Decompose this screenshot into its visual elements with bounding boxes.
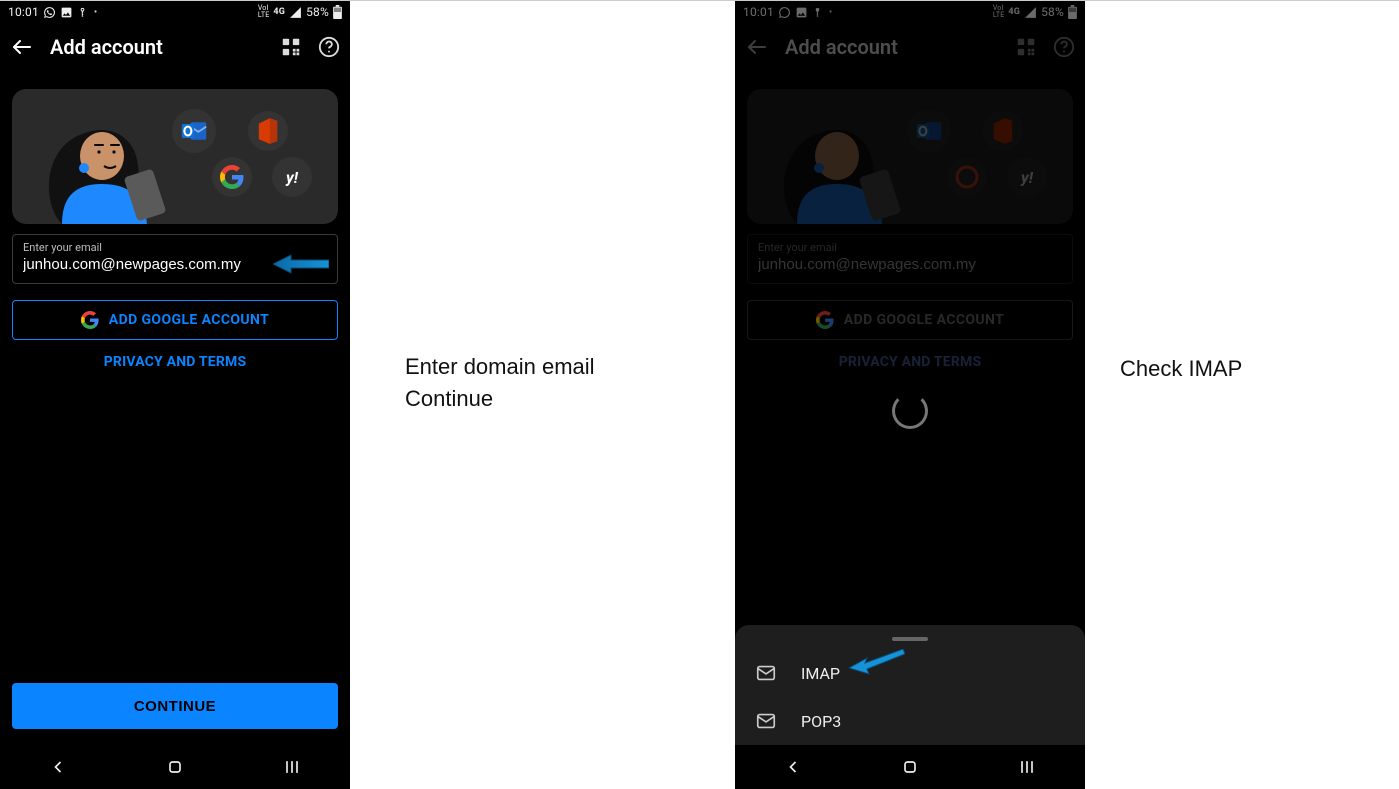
add-google-account-button[interactable]: ADD GOOGLE ACCOUNT — [12, 300, 338, 340]
outlook-icon — [172, 109, 216, 153]
office-icon — [983, 111, 1023, 151]
caption-left: Enter domain email Continue — [405, 351, 705, 415]
caption-text: Enter domain email — [405, 351, 705, 383]
help-icon[interactable] — [318, 36, 340, 58]
back-icon[interactable] — [10, 35, 34, 59]
caption-right: Check IMAP — [1120, 353, 1380, 385]
caption-text: Continue — [405, 383, 705, 415]
nav-recents-icon[interactable] — [282, 757, 302, 777]
status-time: 10:01 — [8, 5, 39, 19]
google-g-icon — [81, 311, 99, 329]
hero-illustration: y! — [12, 89, 338, 224]
annotation-arrow-icon — [849, 649, 905, 675]
annotation-arrow-icon — [273, 253, 329, 275]
page-title: Add account — [50, 35, 264, 59]
continue-button[interactable]: CONTINUE — [12, 683, 338, 729]
privacy-terms-link[interactable]: PRIVACY AND TERMS — [0, 354, 350, 370]
status-battery: 58% — [1041, 5, 1064, 19]
status-bar: 10:01 • VoILTE 4G 58% — [0, 1, 350, 23]
nav-recents-icon[interactable] — [1017, 757, 1037, 777]
page-title: Add account — [785, 35, 999, 59]
sheet-option-imap[interactable]: IMAP — [735, 649, 1085, 697]
sheet-handle[interactable] — [892, 637, 928, 641]
bottom-sheet: IMAP POP3 — [735, 625, 1085, 745]
email-label: Enter your email — [758, 241, 1062, 254]
signal-icon — [289, 6, 302, 19]
help-icon[interactable] — [1053, 36, 1075, 58]
sheet-option-label: IMAP — [801, 664, 840, 683]
yahoo-icon: y! — [1007, 157, 1047, 197]
google-icon — [947, 157, 987, 197]
caption-text: Check IMAP — [1120, 356, 1242, 381]
add-google-account-label: ADD GOOGLE ACCOUNT — [844, 312, 1004, 328]
key-icon — [77, 6, 88, 19]
network-4g: 4G — [273, 7, 285, 17]
mail-icon — [755, 662, 777, 684]
mail-icon — [755, 710, 777, 732]
add-google-account-label: ADD GOOGLE ACCOUNT — [109, 312, 269, 328]
status-time: 10:01 — [743, 5, 774, 19]
android-nav-bar — [735, 745, 1085, 789]
image-notif-icon — [795, 6, 808, 19]
hero-illustration: y! — [747, 89, 1073, 224]
email-input — [758, 256, 1062, 273]
phone-2: 10:01 • VoILTE 4G 58% Add account — [735, 1, 1085, 789]
qr-icon[interactable] — [1015, 36, 1037, 58]
add-google-account-button: ADD GOOGLE ACCOUNT — [747, 300, 1073, 340]
yahoo-icon: y! — [272, 157, 312, 197]
whatsapp-icon — [43, 6, 56, 19]
qr-icon[interactable] — [280, 36, 302, 58]
volte-icon: VoILTE — [993, 5, 1005, 19]
image-notif-icon — [60, 6, 73, 19]
phone-1: 10:01 • VoILTE 4G 58% — [0, 1, 350, 789]
google-icon — [212, 157, 252, 197]
sheet-option-pop3[interactable]: POP3 — [735, 697, 1085, 745]
more-dot: • — [829, 7, 833, 18]
nav-back-icon[interactable] — [48, 757, 68, 777]
app-bar: Add account — [735, 23, 1085, 71]
sheet-option-label: POP3 — [801, 712, 841, 731]
back-icon[interactable] — [745, 35, 769, 59]
key-icon — [812, 6, 823, 19]
volte-icon: VoILTE — [258, 5, 270, 19]
nav-home-icon[interactable] — [165, 757, 185, 777]
loading-spinner-icon — [892, 393, 928, 429]
battery-icon — [333, 5, 342, 19]
nav-home-icon[interactable] — [900, 757, 920, 777]
status-battery: 58% — [306, 5, 329, 19]
android-nav-bar — [0, 745, 350, 789]
more-dot: • — [94, 7, 98, 18]
signal-icon — [1024, 6, 1037, 19]
app-bar: Add account — [0, 23, 350, 71]
google-g-icon — [816, 311, 834, 329]
nav-back-icon[interactable] — [783, 757, 803, 777]
battery-icon — [1068, 5, 1077, 19]
outlook-icon — [907, 109, 951, 153]
privacy-terms-link: PRIVACY AND TERMS — [735, 354, 1085, 370]
email-field-wrap: Enter your email — [747, 234, 1073, 284]
email-field-wrap: Enter your email — [12, 234, 338, 284]
network-4g: 4G — [1008, 7, 1020, 17]
status-bar: 10:01 • VoILTE 4G 58% — [735, 1, 1085, 23]
whatsapp-icon — [778, 6, 791, 19]
office-icon — [248, 111, 288, 151]
